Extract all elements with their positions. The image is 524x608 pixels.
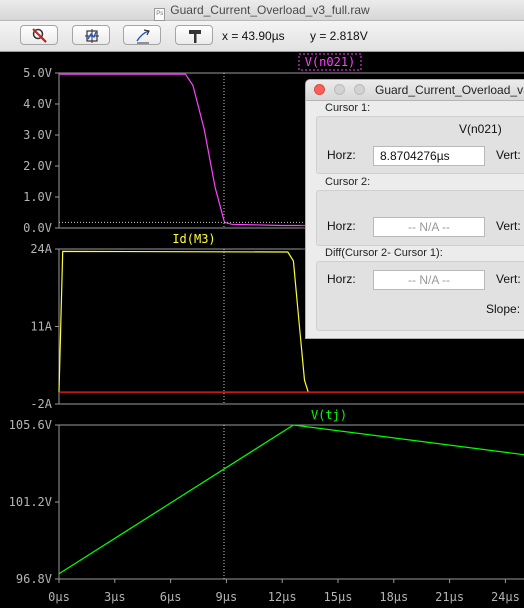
trace-title[interactable]: V(n021) (305, 55, 356, 69)
cursor1-vert-label: Vert: (496, 148, 521, 162)
diff-slope-label: Slope: (486, 302, 521, 316)
y-tick-label: 4.0V (23, 97, 52, 111)
cursor-window-title: Guard_Current_Overload_v3_full.raw (375, 83, 524, 97)
diff-group: Horz: -- N/A -- Vert: Slope: (316, 261, 524, 331)
cursor1-trace: V(n021) (459, 122, 502, 136)
toolbar: x = 43.90µs y = 2.818V (0, 21, 524, 52)
x-readout: x = 43.90µs (222, 29, 285, 43)
minimize-button[interactable] (334, 84, 345, 95)
cursor1-horz-label: Horz: (327, 148, 356, 162)
y-tick-label: 1.0V (23, 190, 52, 204)
y-tick-label: 5.0V (23, 66, 52, 80)
file-icon: Ps (154, 8, 166, 21)
pan-button[interactable] (123, 25, 161, 45)
y-tick-label: 96.8V (16, 572, 52, 586)
y-tick-label: 11A (30, 320, 52, 334)
cursor1-group: V(n021) Horz: 8.8704276µs Vert: (316, 116, 524, 174)
cursor2-label: Cursor 2: (325, 176, 371, 188)
cursor2-vert-label: Vert: (496, 219, 521, 233)
window-title-wrap: Ps Guard_Current_Overload_v3_full.raw (0, 3, 524, 21)
cursor1-label: Cursor 1: (325, 102, 371, 114)
autorange-button[interactable] (72, 25, 110, 45)
diff-label: Diff(Cursor 2- Cursor 1): (325, 247, 443, 259)
x-tick-label: 9µs (216, 590, 238, 604)
zoom-cancel-button[interactable] (20, 25, 58, 45)
y-tick-label: 2.0V (23, 159, 52, 173)
pan-icon (136, 29, 150, 44)
x-tick-label: 15µs (324, 590, 353, 604)
y-readout: y = 2.818V (310, 29, 368, 43)
diff-vert-label: Vert: (496, 272, 521, 286)
y-tick-label: 0.0V (23, 221, 52, 235)
trace-line (58, 424, 524, 575)
y-tick-label: 101.2V (9, 495, 52, 509)
cursor-window[interactable]: Guard_Current_Overload_v3_full.raw Curso… (305, 79, 524, 339)
x-tick-label: 12µs (268, 590, 297, 604)
window-title: Guard_Current_Overload_v3_full.raw (170, 3, 370, 17)
diff-horz-field[interactable]: -- N/A -- (373, 270, 485, 290)
x-tick-label: 6µs (160, 590, 182, 604)
x-tick-label: 18µs (379, 590, 408, 604)
diff-horz-label: Horz: (327, 272, 356, 286)
trace-line (58, 250, 309, 393)
trace-title[interactable]: V(tj) (311, 408, 347, 422)
cursor2-group: Horz: -- N/A -- Vert: (316, 190, 524, 246)
cursor2-horz-field[interactable]: -- N/A -- (373, 217, 485, 237)
zoom-cancel-icon (32, 28, 47, 43)
autorange-icon (85, 29, 99, 43)
x-tick-label: 3µs (104, 590, 126, 604)
x-tick-label: 21µs (435, 590, 464, 604)
hammer-icon (189, 30, 201, 43)
close-button[interactable] (314, 84, 325, 95)
window-titlebar: Ps Guard_Current_Overload_v3_full.raw (0, 0, 524, 21)
y-tick-label: 24A (30, 242, 52, 256)
x-tick-label: 24µs (491, 590, 520, 604)
x-tick-label: 0µs (48, 590, 70, 604)
cursor1-horz-field[interactable]: 8.8704276µs (373, 146, 485, 166)
pane-frame (58, 424, 524, 580)
cursor2-horz-label: Horz: (327, 219, 356, 233)
trace-title[interactable]: Id(M3) (172, 232, 215, 246)
hammer-button[interactable] (175, 25, 213, 45)
cursor-window-titlebar: Guard_Current_Overload_v3_full.raw (306, 80, 524, 101)
y-tick-label: 105.6V (9, 418, 52, 432)
y-tick-label: -2A (30, 397, 52, 411)
y-tick-label: 3.0V (23, 128, 52, 142)
zoom-button[interactable] (354, 84, 365, 95)
